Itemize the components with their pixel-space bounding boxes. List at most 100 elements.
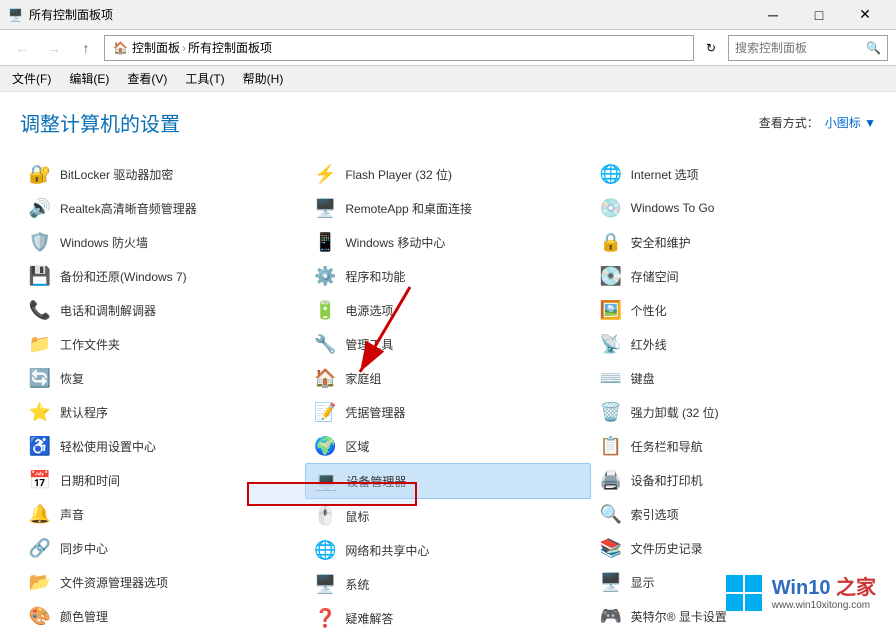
list-item[interactable]: 🔄恢复 [20, 361, 305, 395]
list-item[interactable]: 📚文件历史记录 [591, 531, 876, 565]
close-button[interactable]: ✕ [842, 0, 888, 30]
back-button[interactable]: ← [8, 34, 36, 62]
list-item[interactable]: 💾备份和还原(Windows 7) [20, 259, 305, 293]
item-icon: ⌨️ [599, 366, 623, 390]
list-item[interactable]: 🔐BitLocker 驱动器加密 [20, 157, 305, 191]
item-icon: 🔧 [313, 332, 337, 356]
list-item[interactable]: ❓疑难解答 [305, 601, 590, 633]
item-label: 日期和时间 [60, 472, 120, 489]
up-button[interactable]: ↑ [72, 34, 100, 62]
refresh-button[interactable]: ↻ [698, 35, 724, 61]
list-item[interactable]: ⭐默认程序 [20, 395, 305, 429]
list-item[interactable]: 🔧管理工具 [305, 327, 590, 361]
list-item[interactable]: 🔗同步中心 [20, 531, 305, 565]
item-icon: 📚 [599, 536, 623, 560]
list-item[interactable]: 🏠家庭组 [305, 361, 590, 395]
maximize-button[interactable]: □ [796, 0, 842, 30]
item-label: Realtek高清晰音频管理器 [60, 200, 197, 217]
list-item[interactable]: 💽存储空间 [591, 259, 876, 293]
list-item[interactable]: 🖥️RemoteApp 和桌面连接 [305, 191, 590, 225]
list-item[interactable]: ⚡Flash Player (32 位) [305, 157, 590, 191]
list-item[interactable]: 📂文件资源管理器选项 [20, 565, 305, 599]
item-icon: 🌐 [599, 162, 623, 186]
list-item[interactable]: 🌍区域 [305, 429, 590, 463]
list-item[interactable]: 🖱️鼠标 [305, 499, 590, 533]
list-item[interactable]: 🔔声音 [20, 497, 305, 531]
windows-logo-icon [724, 573, 764, 613]
item-icon: 🖨️ [599, 468, 623, 492]
item-label: 电话和调制解调器 [60, 302, 156, 319]
minimize-button[interactable]: ─ [750, 0, 796, 30]
item-icon: 🔗 [28, 536, 52, 560]
list-item[interactable]: 📅 日期和时间 [20, 463, 305, 497]
list-item[interactable]: 🌐Internet 选项 [591, 157, 876, 191]
item-icon: ♿ [28, 434, 52, 458]
item-icon: 📂 [28, 570, 52, 594]
search-icon: 🔍 [866, 41, 881, 55]
title-bar-title: 所有控制面板项 [29, 6, 113, 23]
item-icon: 📡 [599, 332, 623, 356]
item-icon: 🛡️ [28, 230, 52, 254]
list-item[interactable]: ⚙️程序和功能 [305, 259, 590, 293]
search-input[interactable] [735, 41, 862, 55]
item-label: 任务栏和导航 [631, 438, 703, 455]
item-label: 声音 [60, 506, 84, 523]
list-item[interactable]: 🔊Realtek高清晰音频管理器 [20, 191, 305, 225]
breadcrumb-item-2[interactable]: 所有控制面板项 [188, 39, 272, 56]
list-item[interactable]: 💻设备管理器 [305, 463, 590, 499]
forward-button[interactable]: → [40, 34, 68, 62]
item-label: 个性化 [631, 302, 667, 319]
list-item[interactable]: 📡 红外线 [591, 327, 876, 361]
list-item[interactable]: 🔋电源选项 [305, 293, 590, 327]
item-label: 强力卸载 (32 位) [631, 404, 719, 421]
item-label: 家庭组 [345, 370, 381, 387]
item-label: 红外线 [631, 336, 667, 353]
page-header: 调整计算机的设置 查看方式： 小图标 ▼ [20, 108, 876, 137]
menu-help[interactable]: 帮助(H) [235, 68, 292, 89]
item-icon: 🖱️ [313, 504, 337, 528]
win10-text: Win10 之家 www.win10xitong.com [772, 576, 876, 611]
item-icon: 📅 [28, 468, 52, 492]
list-item[interactable]: 📝凭据管理器 [305, 395, 590, 429]
column-2: ⚡Flash Player (32 位)🖥️RemoteApp 和桌面连接📱Wi… [305, 157, 590, 633]
list-item[interactable]: 🔍索引选项 [591, 497, 876, 531]
item-label: 凭据管理器 [345, 404, 405, 421]
breadcrumb: 控制面板 › 所有控制面板项 [132, 39, 272, 56]
breadcrumb-item-1[interactable]: 控制面板 [132, 39, 180, 56]
list-item[interactable]: ♿轻松使用设置中心 [20, 429, 305, 463]
item-label: 电源选项 [345, 302, 393, 319]
address-box[interactable]: 🏠 控制面板 › 所有控制面板项 [104, 35, 694, 61]
list-item[interactable]: 📁工作文件夹 [20, 327, 305, 361]
item-label: 设备和打印机 [631, 472, 703, 489]
list-item[interactable]: 🌐网络和共享中心 [305, 533, 590, 567]
item-icon: 🗑️ [599, 400, 623, 424]
list-item[interactable]: 🔒安全和维护 [591, 225, 876, 259]
menu-edit[interactable]: 编辑(E) [61, 68, 117, 89]
item-icon: 📋 [599, 434, 623, 458]
item-icon: 💾 [28, 264, 52, 288]
win10-brand: Win10 之家 [772, 576, 876, 600]
list-item[interactable]: 📋 任务栏和导航 [591, 429, 876, 463]
menu-tools[interactable]: 工具(T) [177, 68, 232, 89]
item-icon: 📱 [313, 230, 337, 254]
column-1: 🔐BitLocker 驱动器加密🔊Realtek高清晰音频管理器🛡️Window… [20, 157, 305, 633]
item-label: 设备管理器 [346, 473, 406, 490]
list-item[interactable]: 📱Windows 移动中心 [305, 225, 590, 259]
item-label: 显示 [631, 574, 655, 591]
menu-view[interactable]: 查看(V) [119, 68, 175, 89]
list-item[interactable]: 🎨颜色管理 [20, 599, 305, 633]
list-item[interactable]: ⌨️键盘 [591, 361, 876, 395]
list-item[interactable]: 🗑️ 强力卸载 (32 位) [591, 395, 876, 429]
list-item[interactable]: 🖥️系统 [305, 567, 590, 601]
item-label: 颜色管理 [60, 608, 108, 625]
view-value[interactable]: 小图标 ▼ [825, 114, 876, 131]
list-item[interactable]: 📞电话和调制解调器 [20, 293, 305, 327]
list-item[interactable]: 💿Windows To Go [591, 191, 876, 225]
menu-file[interactable]: 文件(F) [4, 68, 59, 89]
item-icon: 🖥️ [313, 572, 337, 596]
list-item[interactable]: 🖼️个性化 [591, 293, 876, 327]
list-item[interactable]: 🖨️ 设备和打印机 [591, 463, 876, 497]
search-box[interactable]: 🔍 [728, 35, 888, 61]
list-item[interactable]: 🛡️Windows 防火墙 [20, 225, 305, 259]
item-label: 网络和共享中心 [345, 542, 429, 559]
